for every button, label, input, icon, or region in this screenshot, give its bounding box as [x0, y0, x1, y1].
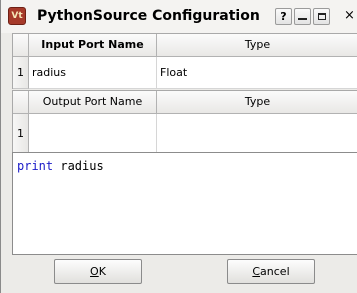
configuration-dialog: Vt PythonSource Configuration ? × Input … [0, 0, 357, 293]
maximize-button[interactable] [313, 8, 330, 25]
cancel-label: ancel [260, 265, 290, 278]
port-type-cell[interactable] [157, 114, 357, 153]
port-type-cell[interactable]: Float [157, 57, 357, 89]
table-row: 1 radius Float [13, 57, 357, 89]
cancel-button[interactable]: Cancel [227, 259, 315, 284]
help-button[interactable]: ? [275, 8, 292, 25]
row-number[interactable]: 1 [13, 114, 29, 153]
window-title: PythonSource Configuration [37, 8, 260, 24]
minimize-button[interactable] [294, 8, 311, 25]
input-ports-table: Input Port Name Type 1 radius Float [12, 33, 357, 89]
table-corner[interactable] [13, 91, 29, 114]
table-corner[interactable] [13, 34, 29, 57]
column-header-type[interactable]: Type [157, 91, 357, 114]
table-header: Output Port Name Type [13, 91, 357, 114]
code-editor[interactable]: print radius [12, 152, 357, 255]
column-header-type[interactable]: Type [157, 34, 357, 57]
ok-label: K [98, 265, 106, 278]
output-ports-table: Output Port Name Type 1 [12, 90, 357, 153]
maximize-icon [317, 13, 326, 20]
app-icon: Vt [8, 7, 26, 25]
port-name-cell[interactable] [29, 114, 157, 153]
code-text: radius [53, 159, 104, 173]
ok-button[interactable]: OK [54, 259, 142, 284]
ok-mnemonic: O [90, 265, 99, 278]
table-header: Input Port Name Type [13, 34, 357, 57]
code-keyword: print [17, 159, 54, 173]
minimize-icon [298, 18, 307, 20]
table-row: 1 [13, 114, 357, 153]
row-number[interactable]: 1 [13, 57, 29, 89]
column-header-output-port-name[interactable]: Output Port Name [29, 91, 157, 114]
port-name-cell[interactable]: radius [29, 57, 157, 89]
cancel-mnemonic: C [252, 265, 261, 278]
title-bar[interactable]: Vt PythonSource Configuration ? × [1, 0, 357, 33]
column-header-input-port-name[interactable]: Input Port Name [29, 34, 157, 57]
close-button[interactable]: × [341, 8, 357, 25]
